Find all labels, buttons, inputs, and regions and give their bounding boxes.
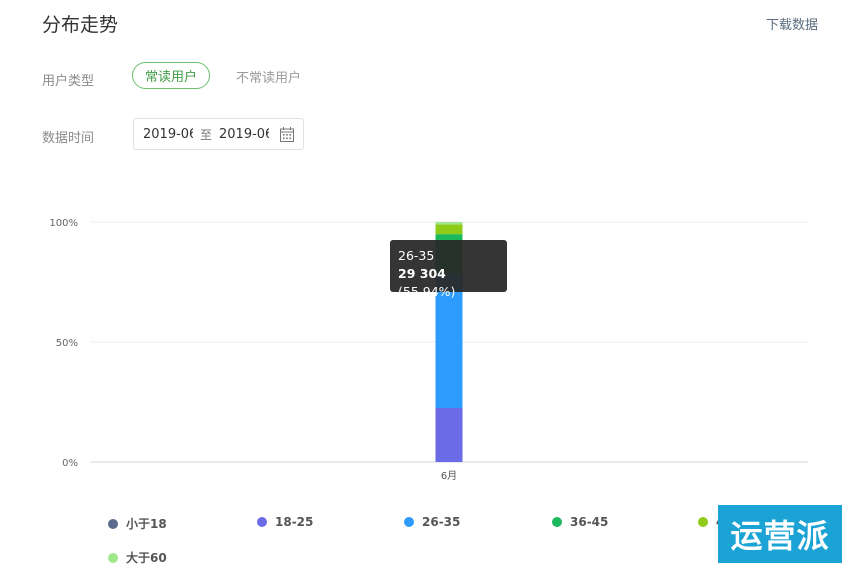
legend-marker <box>108 552 118 563</box>
y-tick-label: 50% <box>56 338 78 349</box>
legend-item[interactable]: 18-25 <box>257 515 313 529</box>
legend-label: 18-25 <box>275 515 314 529</box>
watermark-logo: 运营派 <box>718 505 842 563</box>
legend-item[interactable]: 26-35 <box>404 515 460 529</box>
tooltip-percent: (55.94%) <box>398 284 456 299</box>
bar-segment <box>435 224 463 235</box>
bar-segment <box>435 408 463 462</box>
chart-tooltip: 26-35 29 304 (55.94%) <box>390 240 507 299</box>
legend-label: 大于60 <box>126 551 167 565</box>
legend-label: 36-45 <box>570 515 609 529</box>
legend-item[interactable]: 小于18 <box>108 515 167 532</box>
y-tick-label: 100% <box>49 218 78 229</box>
tooltip-value-row: 29 304 (55.94%) <box>398 265 499 301</box>
legend-item[interactable]: 36-45 <box>552 515 608 529</box>
bar-segment <box>435 222 463 225</box>
legend-marker <box>257 517 267 527</box>
legend-marker <box>108 518 118 529</box>
tooltip-category: 26-35 <box>398 248 435 263</box>
x-tick-label: 6月 <box>441 470 457 482</box>
legend-label: 小于18 <box>126 517 167 531</box>
legend-marker <box>552 517 562 527</box>
tooltip-value: 29 304 <box>398 266 446 281</box>
y-tick-label: 0% <box>62 458 78 469</box>
legend-marker <box>404 517 414 527</box>
legend-label: 26-35 <box>422 515 461 529</box>
legend-marker <box>698 517 708 527</box>
legend-item[interactable]: 大于60 <box>108 549 167 566</box>
